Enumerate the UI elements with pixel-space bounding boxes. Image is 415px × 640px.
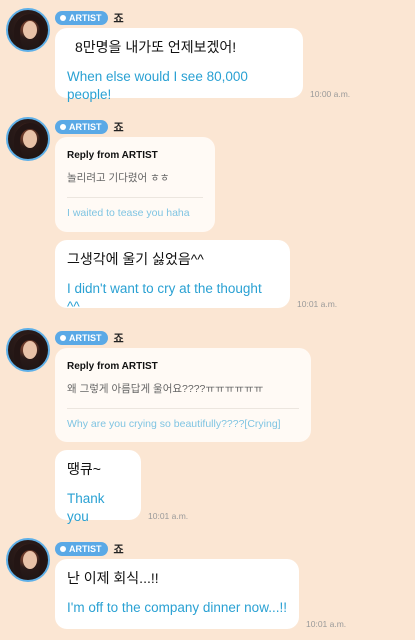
message-bubble[interactable]: 그생각에 울기 싫었음^^ I didn't want to cry at th… bbox=[55, 240, 290, 314]
message-translation: Thank you bbox=[67, 491, 105, 524]
artist-badge: ARTIST bbox=[55, 11, 108, 25]
message-bubble[interactable]: 난 이제 회식...!! I'm off to the company dinn… bbox=[55, 559, 299, 629]
star-icon bbox=[60, 124, 66, 130]
reply-korean: 놀리려고 기다렸어 ㅎㅎ bbox=[67, 172, 170, 184]
message-translation: I didn't want to cry at the thought ^^ bbox=[67, 281, 262, 314]
sender-name: 죠 bbox=[113, 122, 124, 134]
star-icon bbox=[60, 15, 66, 21]
message-header: ARTIST 죠 bbox=[55, 541, 124, 557]
message-translation: When else would I see 80,000 people! bbox=[67, 69, 248, 102]
sender-name: 죠 bbox=[113, 333, 124, 345]
message-korean: 땡큐~ bbox=[67, 461, 101, 477]
message-bubble[interactable]: 땡큐~ Thank you bbox=[55, 450, 141, 524]
message-time: 10:01 a.m. bbox=[148, 511, 189, 521]
artist-avatar[interactable] bbox=[6, 328, 50, 372]
artist-avatar[interactable] bbox=[6, 8, 50, 52]
artist-badge: ARTIST bbox=[55, 542, 108, 556]
message-header: ARTIST 죠 bbox=[55, 330, 124, 346]
reply-divider bbox=[67, 197, 203, 198]
message-korean: 8만명을 내가또 언제보겠어! bbox=[75, 39, 237, 55]
reply-divider bbox=[67, 408, 299, 409]
reply-title: Reply from ARTIST bbox=[67, 361, 158, 372]
artist-badge: ARTIST bbox=[55, 331, 108, 345]
reply-quote[interactable]: Reply from ARTIST 왜 그렇게 아름답게 울어요????ㅠㅠㅠㅠ… bbox=[55, 348, 311, 442]
message-korean: 난 이제 회식...!! bbox=[67, 570, 159, 586]
artist-avatar[interactable] bbox=[6, 538, 50, 582]
message-header: ARTIST 죠 bbox=[55, 10, 124, 26]
star-icon bbox=[60, 546, 66, 552]
message-time: 10:01 a.m. bbox=[306, 619, 347, 629]
reply-translation: I waited to tease you haha bbox=[67, 207, 190, 219]
artist-badge: ARTIST bbox=[55, 120, 108, 134]
star-icon bbox=[60, 335, 66, 341]
reply-translation: Why are you crying so beautifully????[Cr… bbox=[67, 418, 281, 430]
message-time: 10:00 a.m. bbox=[310, 89, 351, 99]
message-bubble[interactable]: 8만명을 내가또 언제보겠어! When else would I see 80… bbox=[55, 28, 303, 102]
reply-korean: 왜 그렇게 아름답게 울어요????ㅠㅠㅠㅠㅠㅠ bbox=[67, 383, 264, 395]
artist-avatar[interactable] bbox=[6, 117, 50, 161]
sender-name: 죠 bbox=[113, 544, 124, 556]
reply-quote[interactable]: Reply from ARTIST 놀리려고 기다렸어 ㅎㅎ I waited … bbox=[55, 137, 215, 232]
message-header: ARTIST 죠 bbox=[55, 119, 124, 135]
reply-title: Reply from ARTIST bbox=[67, 150, 158, 161]
message-korean: 그생각에 울기 싫었음^^ bbox=[67, 251, 204, 267]
sender-name: 죠 bbox=[113, 13, 124, 25]
message-translation: I'm off to the company dinner now...!! bbox=[67, 600, 287, 615]
message-time: 10:01 a.m. bbox=[297, 299, 338, 309]
